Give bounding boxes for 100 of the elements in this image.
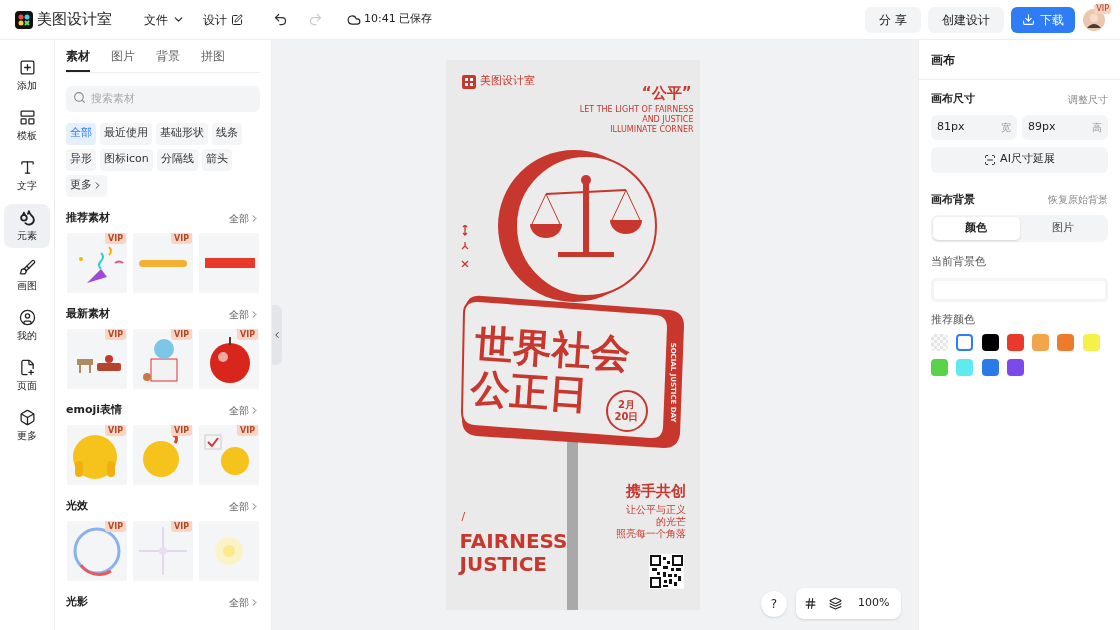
chevron-right-icon bbox=[249, 501, 260, 512]
segment-tab[interactable]: 颜色 bbox=[933, 217, 1020, 240]
see-all-link[interactable]: 全部 bbox=[229, 595, 260, 610]
header-button[interactable]: 分 享 bbox=[865, 6, 921, 33]
poster-slash: / bbox=[461, 510, 466, 523]
edit-icon bbox=[231, 13, 243, 26]
restore-link[interactable]: 恢复原始背景 bbox=[1048, 192, 1108, 208]
sidebar-item[interactable]: 添加 bbox=[4, 54, 50, 98]
menu-button[interactable]: 文件 bbox=[144, 10, 185, 29]
section-title: 画布背景 bbox=[931, 191, 975, 208]
vip-badge: VIP bbox=[170, 232, 192, 244]
sidebar-item[interactable]: 文字 bbox=[4, 154, 50, 198]
download-button[interactable]: 下载 bbox=[1011, 6, 1075, 33]
sidebar-item[interactable]: 元素 bbox=[4, 204, 50, 248]
filter-chip[interactable]: 箭头 bbox=[201, 148, 232, 171]
color-swatch[interactable] bbox=[956, 359, 974, 376]
see-all-link[interactable]: 全部 bbox=[229, 211, 260, 226]
panel-tab[interactable]: 拼图 bbox=[201, 47, 225, 72]
filter-chip[interactable]: 全部 bbox=[66, 122, 96, 145]
poster-tagline: ILLUMINATE CORNER bbox=[610, 125, 694, 135]
poster-slogan: 携手共创 bbox=[625, 482, 686, 500]
sidebar-item[interactable]: 页面 bbox=[4, 354, 50, 398]
search-field[interactable]: 搜索素材 bbox=[66, 85, 260, 112]
color-swatch[interactable] bbox=[1082, 334, 1100, 351]
chevron-right-icon bbox=[249, 405, 260, 416]
filter-chip[interactable]: 图标icon bbox=[100, 148, 153, 171]
search-icon bbox=[73, 91, 86, 104]
filter-chip[interactable]: 分隔线 bbox=[156, 148, 198, 171]
vip-badge: VIP bbox=[1094, 3, 1111, 14]
poster-tagline: AND JUSTICE bbox=[642, 115, 694, 125]
sidebar-icon bbox=[18, 259, 36, 276]
color-swatch[interactable] bbox=[1057, 334, 1075, 351]
vip-badge: VIP bbox=[170, 424, 192, 436]
chevron-right-icon bbox=[249, 213, 260, 224]
color-swatch[interactable] bbox=[981, 359, 999, 376]
chevron-right-icon bbox=[249, 309, 260, 320]
undo-button[interactable] bbox=[273, 12, 288, 27]
see-all-link[interactable]: 全部 bbox=[229, 499, 260, 514]
poster-slogan-line: 让公平与正义 bbox=[625, 504, 686, 516]
section-title: 画布尺寸 bbox=[931, 91, 975, 107]
color-swatch[interactable] bbox=[956, 334, 974, 351]
unit-label: 宽 bbox=[1001, 120, 1011, 135]
app-name: 美图设计室 bbox=[37, 9, 112, 31]
panel-tab[interactable]: 素材 bbox=[66, 47, 90, 72]
zoom-level: 100% bbox=[857, 595, 891, 612]
sidebar-item[interactable]: 画图 bbox=[4, 254, 50, 298]
collapse-handle[interactable] bbox=[272, 305, 282, 365]
section-title: 推荐素材 bbox=[66, 210, 110, 227]
sidebar-icon bbox=[18, 209, 36, 226]
sidebar-icon bbox=[18, 309, 36, 326]
poster-english-title: JUSTICE bbox=[459, 553, 548, 576]
poster-quote: “公平” bbox=[641, 84, 692, 102]
filter-chip[interactable]: 基础形状 bbox=[156, 122, 208, 145]
qr-code bbox=[648, 554, 684, 589]
menu-button[interactable]: 设计 bbox=[203, 10, 243, 29]
transparent-swatch[interactable] bbox=[931, 334, 948, 351]
filter-chip[interactable]: 线条 bbox=[212, 122, 242, 145]
ai-resize-button[interactable]: AI尺寸延展 bbox=[931, 146, 1108, 173]
dimension-field[interactable]: 81px 宽 bbox=[931, 114, 1017, 140]
see-all-link[interactable]: 全部 bbox=[229, 307, 260, 322]
color-swatch[interactable] bbox=[1032, 334, 1050, 351]
vip-badge: VIP bbox=[170, 520, 192, 532]
color-swatch[interactable] bbox=[1006, 359, 1024, 376]
color-swatch[interactable] bbox=[981, 334, 999, 351]
grid-button[interactable] bbox=[804, 597, 817, 610]
resize-icon bbox=[984, 153, 997, 166]
filter-chip[interactable]: 最近使用 bbox=[100, 122, 152, 145]
section-title: emoji表情 bbox=[66, 402, 123, 419]
chevron-left-icon bbox=[272, 330, 282, 340]
panel-tab[interactable]: 背景 bbox=[156, 47, 180, 72]
resize-link[interactable]: 调整尺寸 bbox=[1068, 91, 1108, 107]
panel-tab[interactable]: 图片 bbox=[111, 47, 135, 72]
sidebar-item[interactable]: 更多 bbox=[4, 404, 50, 448]
poster-english-title: FAIRNESS bbox=[459, 530, 568, 553]
header-button[interactable]: 创建设计 bbox=[928, 6, 1004, 33]
cloud-icon bbox=[347, 12, 361, 27]
poster-slogan-line: 照亮每一个角落 bbox=[615, 528, 686, 540]
save-status: 10:41 已保存 bbox=[364, 11, 433, 28]
color-swatch[interactable] bbox=[931, 359, 948, 376]
poster-slogan-line: 的光芒 bbox=[655, 516, 686, 528]
dimension-field[interactable]: 89px 高 bbox=[1022, 114, 1108, 140]
sidebar-icon bbox=[18, 159, 36, 176]
field-label: 当前背景色 bbox=[931, 254, 987, 270]
color-swatch[interactable] bbox=[1006, 334, 1024, 351]
see-all-link[interactable]: 全部 bbox=[229, 403, 260, 418]
unit-label: 高 bbox=[1092, 120, 1102, 135]
sidebar-item[interactable]: 我的 bbox=[4, 304, 50, 348]
filter-chip[interactable]: 更多 bbox=[66, 174, 107, 197]
vip-badge: VIP bbox=[170, 328, 192, 340]
help-button[interactable]: ? bbox=[761, 591, 787, 617]
layers-button[interactable] bbox=[829, 597, 842, 610]
brand-icon bbox=[461, 75, 476, 89]
sidebar-item[interactable]: 模板 bbox=[4, 104, 50, 148]
poster-tagline: LET THE LIGHT OF FAIRNESS bbox=[579, 105, 694, 115]
segment-tab[interactable]: 图片 bbox=[1019, 217, 1106, 240]
poster-brand: 美图设计室 bbox=[479, 73, 535, 89]
panel-title: 画布 bbox=[931, 51, 955, 69]
filter-chip[interactable]: 异形 bbox=[66, 148, 96, 171]
vip-badge: VIP bbox=[236, 424, 258, 436]
vip-badge: VIP bbox=[236, 328, 258, 340]
